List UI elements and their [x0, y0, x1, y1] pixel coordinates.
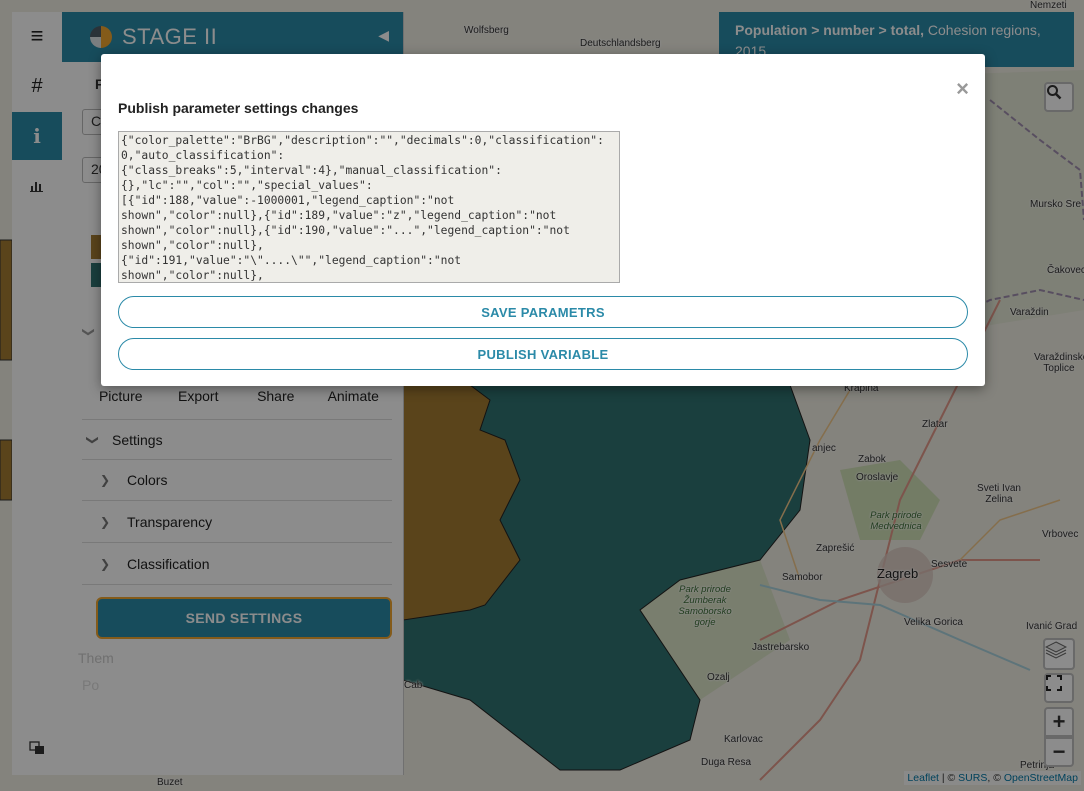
- parameters-json-textarea[interactable]: {"color_palette":"BrBG","description":""…: [118, 131, 620, 283]
- modal-title: Publish parameter settings changes: [118, 100, 359, 116]
- publish-variable-button[interactable]: PUBLISH VARIABLE: [118, 338, 968, 370]
- close-icon[interactable]: ×: [956, 76, 969, 102]
- publish-settings-modal: × Publish parameter settings changes {"c…: [101, 54, 985, 386]
- save-parameters-button[interactable]: SAVE PARAMETRS: [118, 296, 968, 328]
